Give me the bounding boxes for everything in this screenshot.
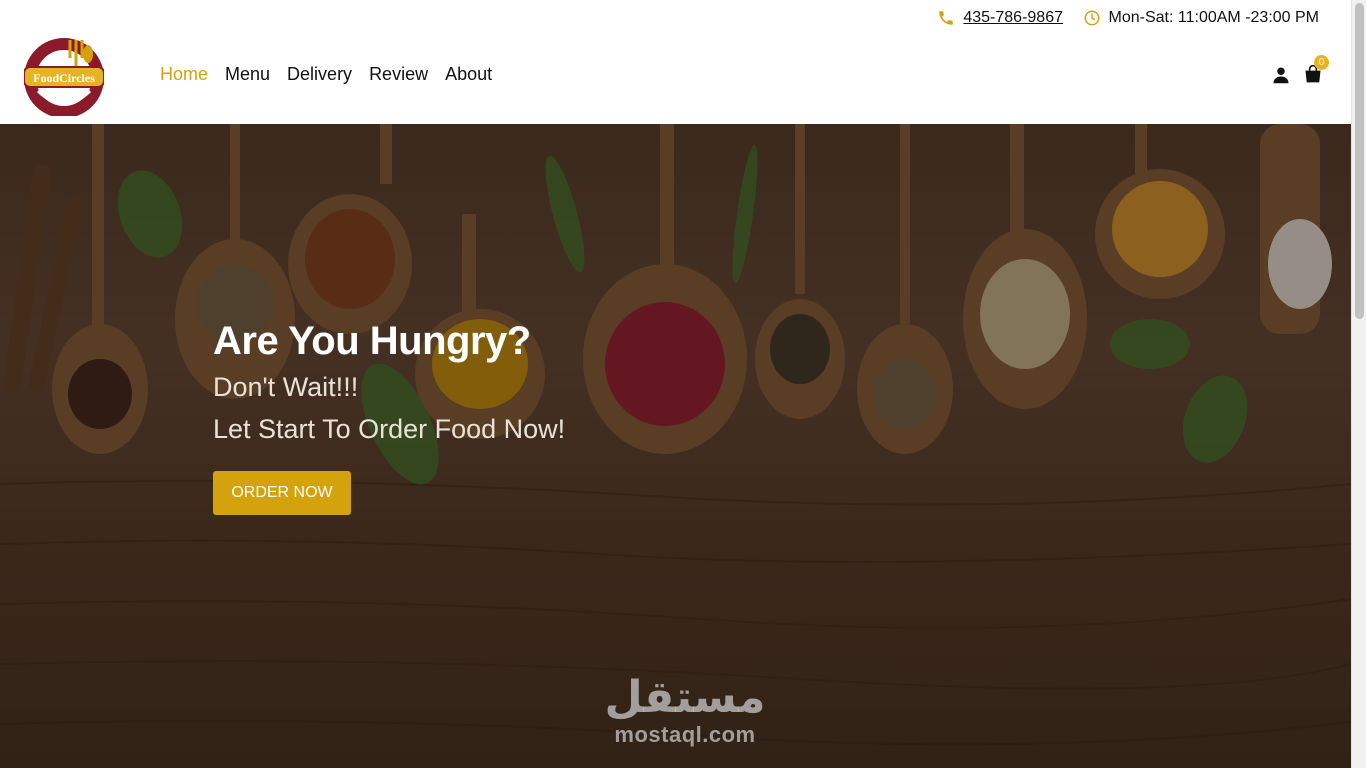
- opening-hours: Mon-Sat: 11:00AM -23:00 PM: [1083, 9, 1319, 27]
- nav-item-review[interactable]: Review: [369, 64, 428, 85]
- user-icon[interactable]: [1272, 66, 1290, 84]
- logo-text: FoodCircles: [33, 71, 95, 85]
- hero-title: Are You Hungry?: [213, 319, 531, 363]
- hours-text: Mon-Sat: 11:00AM -23:00 PM: [1108, 9, 1319, 26]
- clock-icon: [1083, 9, 1101, 27]
- foodcircles-logo[interactable]: FoodCircles: [23, 36, 105, 118]
- scrollbar-thumb[interactable]: [1355, 3, 1364, 319]
- page-scrollbar[interactable]: [1351, 0, 1366, 768]
- hero-subtitle-2: Let Start To Order Food Now!: [213, 414, 566, 444]
- hero-dark-overlay: [0, 124, 1351, 768]
- nav-item-delivery[interactable]: Delivery: [287, 64, 352, 85]
- phone-link[interactable]: 435-786-9867: [963, 9, 1063, 27]
- nav-item-about[interactable]: About: [445, 64, 492, 85]
- main-nav: Home Menu Delivery Review About: [160, 64, 492, 85]
- nav-item-home[interactable]: Home: [160, 64, 208, 85]
- phone-icon: [937, 9, 955, 27]
- phone-contact: 435-786-9867: [937, 9, 1063, 27]
- watermark-latin: mostaql.com: [614, 722, 756, 747]
- hero-subtitle-1: Don't Wait!!!: [213, 372, 359, 402]
- watermark-arabic: مستقل: [604, 673, 766, 722]
- site-header: FoodCircles Home Menu Delivery Review Ab…: [0, 28, 1351, 124]
- cart-count-badge: 0: [1314, 55, 1329, 70]
- mostaql-watermark: مستقل mostaql.com: [600, 674, 770, 748]
- hero-banner: Are You Hungry? Don't Wait!!! Let Start …: [0, 124, 1351, 768]
- order-now-button[interactable]: ORDER NOW: [213, 471, 351, 515]
- nav-item-menu[interactable]: Menu: [225, 64, 270, 85]
